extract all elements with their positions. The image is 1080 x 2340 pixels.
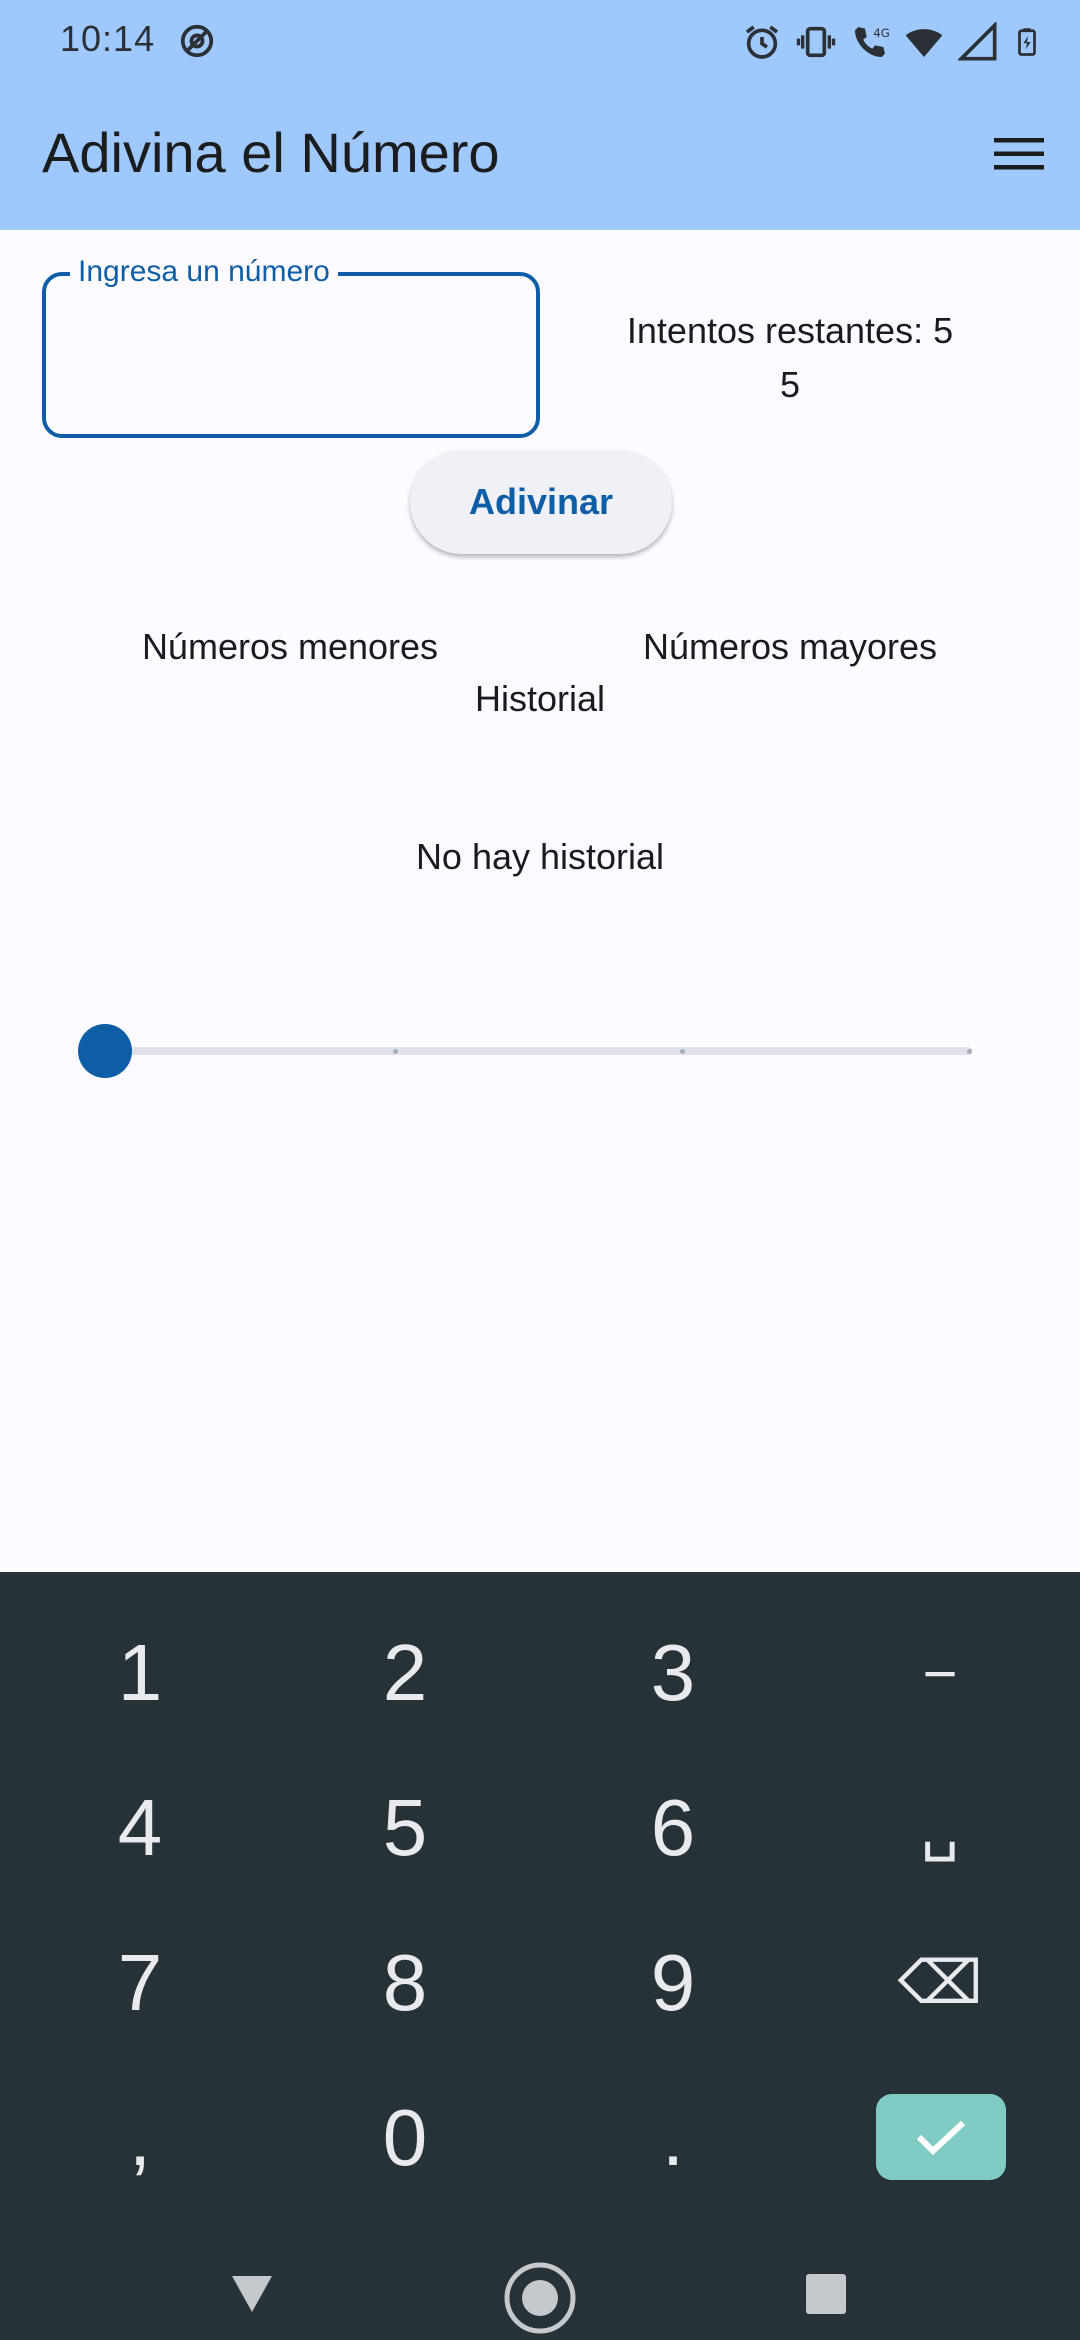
history-label: Historial <box>474 678 606 719</box>
app-title: Adivina el Número <box>42 121 500 184</box>
key-period[interactable]: . <box>563 2073 783 2203</box>
key-5[interactable]: 5 <box>295 1763 515 1893</box>
attempts-remaining-text: Intentos restantes: 5 <box>626 310 954 351</box>
number-input[interactable] <box>60 310 520 400</box>
data-saver-icon <box>180 24 214 58</box>
recents-icon[interactable] <box>806 2274 846 2314</box>
key-0[interactable]: 0 <box>295 2073 515 2203</box>
status-time: 10:14 <box>60 18 156 59</box>
key-1[interactable]: 1 <box>30 1608 250 1738</box>
key-2[interactable]: 2 <box>295 1608 515 1738</box>
key-minus[interactable]: − <box>830 1608 1050 1738</box>
key-4[interactable]: 4 <box>30 1763 250 1893</box>
menu-icon[interactable] <box>994 134 1044 174</box>
attempts-remaining-value: 5 <box>779 364 801 405</box>
number-input-label: Ingresa un número <box>70 255 338 289</box>
guess-button[interactable]: Adivinar <box>410 450 672 554</box>
wifi-icon <box>905 29 943 57</box>
key-3[interactable]: 3 <box>563 1608 783 1738</box>
key-7[interactable]: 7 <box>30 1918 250 2048</box>
space-key[interactable]: ␣ <box>830 1763 1050 1893</box>
slider-tick <box>967 1049 972 1054</box>
slider-tick <box>393 1049 398 1054</box>
app-bar: Adivina el Número <box>0 84 1080 230</box>
battery-charging-icon <box>1018 28 1036 56</box>
difficulty-slider[interactable] <box>104 1047 972 1055</box>
back-icon[interactable] <box>228 2274 276 2314</box>
home-icon[interactable] <box>502 2260 578 2336</box>
higher-numbers-label: Números mayores <box>642 626 938 667</box>
attempts-panel: Intentos restantes: 5 5 <box>590 304 990 412</box>
system-nav-bar <box>0 2236 1080 2340</box>
key-9[interactable]: 9 <box>563 1918 783 2048</box>
vibrate-icon <box>796 26 836 58</box>
wifi-calling-icon: 4G <box>855 26 890 57</box>
alarm-icon <box>745 25 779 59</box>
key-8[interactable]: 8 <box>295 1918 515 2048</box>
empty-history-text: No hay historial <box>415 836 665 877</box>
enter-key[interactable] <box>876 2094 1006 2180</box>
backspace-key[interactable]: ⌫ <box>830 1918 1050 2048</box>
status-bar: 10:14 4G <box>0 0 1080 84</box>
key-6[interactable]: 6 <box>563 1763 783 1893</box>
status-icons: 4G <box>742 20 1042 64</box>
check-icon <box>916 2120 966 2156</box>
slider-thumb[interactable] <box>78 1024 132 1078</box>
svg-text:4G: 4G <box>873 26 889 40</box>
signal-icon <box>958 22 997 61</box>
lower-numbers-label: Números menores <box>141 626 439 667</box>
key-comma[interactable]: , <box>30 2073 250 2203</box>
slider-tick <box>680 1049 685 1054</box>
